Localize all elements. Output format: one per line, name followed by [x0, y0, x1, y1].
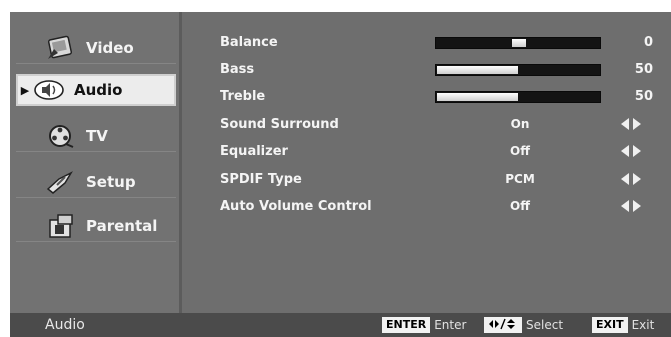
audio-icon — [32, 76, 66, 104]
setting-label: Equalizer — [220, 144, 288, 159]
setting-value: PCM — [505, 172, 535, 186]
exit-key: EXIT — [592, 317, 628, 333]
select-hint-text: Select — [526, 318, 564, 332]
pointer-icon: ▶ — [20, 83, 30, 97]
video-icon — [44, 34, 78, 62]
setting-label: Bass — [220, 62, 255, 77]
sidebar-item-tv[interactable]: TV — [16, 120, 176, 152]
balance-slider[interactable] — [435, 37, 601, 49]
bass-slider[interactable] — [435, 64, 601, 76]
left-right-arrows-icon[interactable] — [620, 172, 642, 186]
setting-auto-volume-control[interactable]: Auto Volume Control Off — [185, 194, 671, 221]
status-bar: Audio ENTER Enter Select EXIT Exit — [10, 313, 671, 337]
setting-label: SPDIF Type — [220, 172, 302, 187]
sidebar-nav: Video ▶ Audio TV Setup Parental — [10, 12, 182, 313]
sidebar-item-parental[interactable]: Parental — [16, 210, 176, 242]
setting-equalizer[interactable]: Equalizer Off — [185, 139, 671, 166]
setting-treble[interactable]: Treble 50 — [185, 84, 671, 111]
navigate-arrows-icon — [484, 317, 522, 333]
setting-value: Off — [510, 199, 530, 213]
current-menu-name: Audio — [45, 317, 85, 333]
slider-fill — [437, 93, 518, 101]
enter-hint: ENTER Enter — [382, 316, 466, 334]
treble-slider[interactable] — [435, 91, 601, 103]
sidebar-item-label: Parental — [86, 216, 158, 235]
setting-label: Treble — [220, 89, 266, 104]
left-right-arrows-icon[interactable] — [620, 117, 642, 131]
setup-icon — [44, 168, 78, 196]
setting-balance[interactable]: Balance 0 — [185, 30, 671, 57]
setting-value: 50 — [634, 89, 653, 104]
setting-bass[interactable]: Bass 50 — [185, 57, 671, 84]
sidebar-item-label: Video — [86, 38, 134, 57]
exit-hint-text: Exit — [631, 318, 655, 332]
enter-hint-text: Enter — [434, 318, 467, 332]
left-right-arrows-icon[interactable] — [620, 199, 642, 213]
exit-hint: EXIT Exit — [592, 316, 654, 334]
slider-knob[interactable] — [512, 39, 526, 47]
select-hint: Select — [484, 316, 563, 334]
setting-label: Sound Surround — [220, 117, 339, 132]
setting-spdif-type[interactable]: SPDIF Type PCM — [185, 167, 671, 194]
sidebar-item-video[interactable]: Video — [16, 32, 176, 64]
parental-icon — [44, 212, 78, 240]
sidebar-item-label: Audio — [74, 81, 123, 99]
setting-sound-surround[interactable]: Sound Surround On — [185, 112, 671, 139]
sidebar-item-audio[interactable]: ▶ Audio — [16, 74, 176, 106]
tv-menu-screen: Video ▶ Audio TV Setup Parental Balance … — [10, 12, 671, 337]
setting-label: Balance — [220, 35, 278, 50]
left-right-arrows-icon[interactable] — [620, 144, 642, 158]
sidebar-item-label: Setup — [86, 172, 136, 191]
audio-settings-panel: Balance 0 Bass 50 Treble 50 Sound Surrou… — [185, 12, 671, 313]
tv-reel-icon — [44, 122, 78, 150]
setting-value: 50 — [634, 62, 653, 77]
sidebar-item-label: TV — [86, 126, 108, 145]
sidebar-item-setup[interactable]: Setup — [16, 166, 176, 198]
enter-key: ENTER — [382, 317, 431, 333]
setting-value: Off — [510, 144, 530, 158]
setting-label: Auto Volume Control — [220, 199, 372, 214]
slider-fill — [437, 66, 518, 74]
setting-value: 0 — [643, 35, 653, 50]
setting-value: On — [510, 117, 530, 131]
